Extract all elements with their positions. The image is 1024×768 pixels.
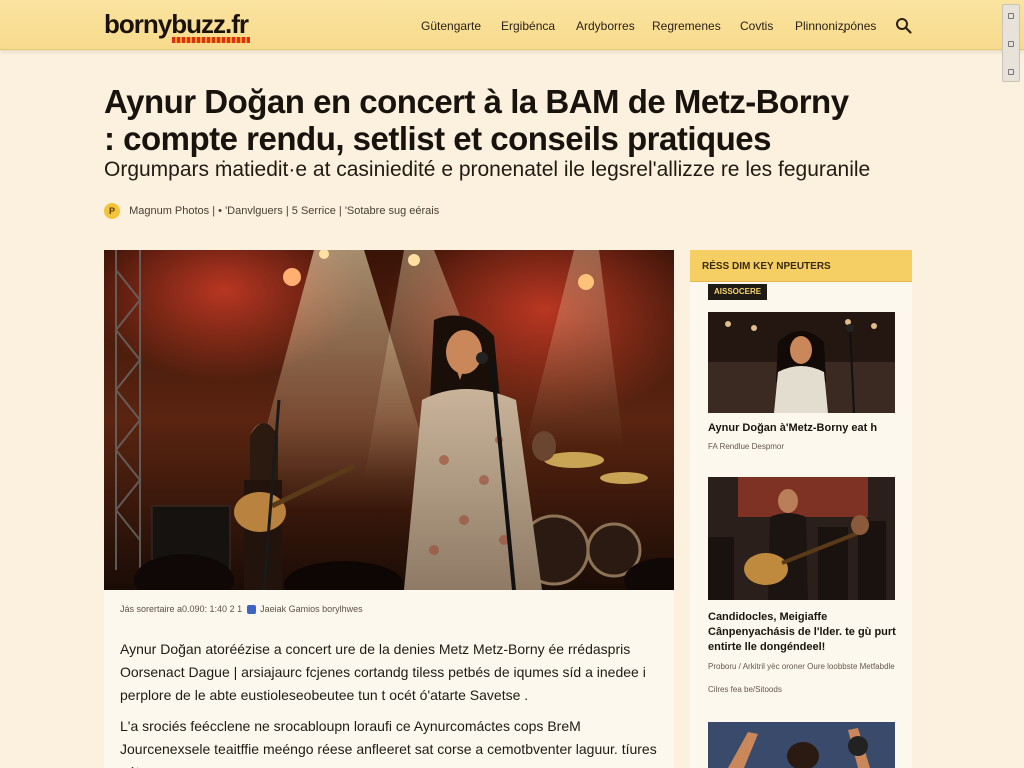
nav-item-6[interactable]: Plinnoniz̧pónes	[795, 19, 876, 33]
sidebar-card-meta: Proboru / Arkitril yèc oroner Oure loobb…	[708, 662, 895, 671]
hero-concert-photo	[104, 250, 674, 590]
article-byline: P Magnum Photos | • 'Danvlguers | 5 Serr…	[104, 203, 439, 219]
byline-section[interactable]: • 'Danvlguers	[218, 205, 283, 217]
sidebar-card-image[interactable]	[708, 312, 895, 413]
nav-item-1[interactable]: Gütengarte	[421, 19, 481, 33]
nav-item-4[interactable]: Regremenes	[652, 19, 721, 33]
sidebar-tag-badge[interactable]: AISSOCERE	[708, 284, 768, 300]
caption-text: Jás sorertaire a0.090: 1:40 2 1	[120, 604, 243, 614]
sidebar-card-title[interactable]: Candidocles, Meigiaffe Cânpenyachásis de…	[708, 610, 898, 655]
scroll-down-icon[interactable]	[1008, 69, 1014, 75]
site-logo[interactable]: bornybuzz.fr	[104, 9, 249, 40]
sidebar-header: RÉSS DIM KEY NPEUTERS	[690, 250, 912, 282]
article-paragraph: L'a srociés feécclene ne srocabloupn lor…	[120, 718, 657, 768]
article-paragraph: Aynur Doğan atoréézise a concert ure de …	[120, 641, 646, 703]
byline-separator: |	[285, 205, 289, 217]
article-title: Aynur Doğan en concert à la BAM de Metz-…	[104, 83, 849, 157]
sidebar-card-image[interactable]	[708, 722, 895, 768]
byline-separator: |	[212, 205, 216, 217]
window-scroll-control[interactable]	[1002, 4, 1020, 82]
sidebar-card-image[interactable]	[708, 477, 895, 600]
nav-item-2[interactable]: Ergibénca	[501, 19, 555, 33]
search-button[interactable]	[894, 16, 914, 36]
author-badge-icon: P	[104, 203, 120, 219]
nav-item-3[interactable]: Ardyborres	[576, 19, 635, 33]
scroll-thumb-icon[interactable]	[1008, 41, 1014, 47]
caption-credit: Jaeiak Gamios borylhwes	[260, 604, 363, 614]
sidebar-card-title[interactable]: Aynur Doğan à'Metz-Borny eat h	[708, 421, 898, 436]
hero-caption: Jás sorertaire a0.090: 1:40 2 1 Jaeiak G…	[120, 604, 363, 615]
related-sidebar: RÉSS DIM KEY NPEUTERS AISSOCERE Aynur Do…	[690, 250, 912, 768]
byline-date: 'Sotabre sug eérais	[344, 205, 440, 217]
byline-service: 5 Serrice	[291, 205, 336, 217]
scroll-up-icon[interactable]	[1008, 13, 1014, 19]
sidebar-card-meta: Cilres fea be/Sitoods	[708, 685, 782, 694]
facebook-icon[interactable]	[246, 605, 256, 615]
nav-item-5[interactable]: Covtis	[740, 19, 773, 33]
byline-separator: |	[338, 205, 342, 217]
logo-underline-stripe	[172, 37, 250, 43]
article-subtitle: Orgumpars ṁatiedit·e at casiniedité e pr…	[104, 158, 871, 181]
byline-author[interactable]: Magnum Photos	[129, 205, 209, 217]
top-navigation-bar: bornybuzz.fr Gütengarte Ergibénca Ardybo…	[0, 0, 1024, 50]
sidebar-card-meta: FA Rendlue Despmor	[708, 442, 785, 451]
article-body: Jás sorertaire a0.090: 1:40 2 1 Jaeiak G…	[104, 250, 674, 768]
search-icon	[896, 18, 912, 34]
